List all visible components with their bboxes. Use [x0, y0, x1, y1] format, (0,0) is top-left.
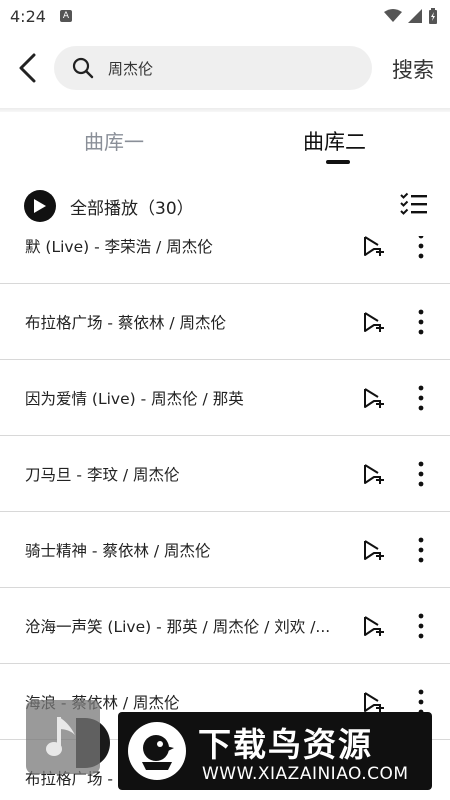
more-options-icon[interactable]: [414, 384, 428, 412]
more-options-icon[interactable]: [414, 308, 428, 336]
search-icon: [72, 57, 94, 79]
play-icon: [34, 199, 46, 213]
search-button[interactable]: 搜索: [392, 54, 434, 84]
library-tabs: 曲库一 曲库二: [0, 118, 450, 170]
status-time: 4:24: [10, 6, 46, 26]
wifi-icon: [384, 9, 402, 22]
signal-icon: [408, 9, 422, 23]
add-to-playlist-icon[interactable]: [362, 386, 386, 410]
song-title: 默 (Live) - 李荣浩 / 周杰伦: [25, 238, 213, 256]
status-bar: 4:24 A: [0, 0, 450, 32]
add-to-playlist-icon[interactable]: [362, 310, 386, 334]
add-to-playlist-icon[interactable]: [362, 236, 386, 258]
more-options-icon[interactable]: [414, 460, 428, 488]
batch-select-icon[interactable]: [400, 192, 428, 220]
song-row[interactable]: 因为爱情 (Live) - 周杰伦 / 那英: [0, 360, 450, 436]
watermark-banner: 下载鸟资源 WWW.XIAZAINIAO.COM: [118, 712, 432, 790]
play-all-button[interactable]: [24, 190, 56, 222]
more-options-icon[interactable]: [414, 236, 428, 260]
song-row[interactable]: 沧海一声笑 (Live) - 那英 / 周杰伦 / 刘欢 /...: [0, 588, 450, 664]
top-bar: 搜索: [0, 44, 450, 92]
app-screen: 4:24 A 周杰伦 搜索 曲库一 曲库二 全部播放（30） 默 (Live) …: [0, 0, 450, 800]
add-to-playlist-icon[interactable]: [362, 462, 386, 486]
song-row[interactable]: 刀马旦 - 李玟 / 周杰伦: [0, 436, 450, 512]
song-title: 因为爱情 (Live) - 周杰伦 / 那英: [25, 390, 244, 408]
add-to-playlist-icon[interactable]: [362, 538, 386, 562]
watermark-url: WWW.XIAZAINIAO.COM: [202, 764, 409, 784]
back-arrow-icon: [19, 53, 36, 83]
floating-music-button[interactable]: [26, 700, 100, 774]
song-row[interactable]: 布拉格广场 - 蔡依林 / 周杰伦: [0, 284, 450, 360]
song-row[interactable]: 默 (Live) - 李荣浩 / 周杰伦: [0, 236, 450, 284]
status-right: [384, 8, 438, 24]
song-row[interactable]: 骑士精神 - 蔡依林 / 周杰伦: [0, 512, 450, 588]
bird-logo-icon: [128, 722, 186, 780]
search-input[interactable]: [106, 58, 350, 78]
tab-library-1[interactable]: 曲库一: [84, 126, 144, 155]
music-note-icon: [46, 717, 75, 756]
more-options-icon[interactable]: [414, 612, 428, 640]
back-button[interactable]: [10, 50, 44, 86]
add-to-playlist-icon[interactable]: [362, 690, 386, 714]
more-options-icon[interactable]: [414, 536, 428, 564]
play-all-bar: 全部播放（30）: [0, 184, 450, 228]
notification-badge-icon: A: [59, 10, 72, 22]
play-all-label[interactable]: 全部播放（30）: [70, 194, 194, 219]
watermark-title: 下载鸟资源: [198, 725, 373, 764]
song-title: 沧海一声笑 (Live) - 那英 / 周杰伦 / 刘欢 /...: [25, 618, 331, 636]
header-divider: [0, 108, 450, 112]
song-title: 骑士精神 - 蔡依林 / 周杰伦: [25, 542, 211, 560]
tab-library-2[interactable]: 曲库二: [303, 126, 366, 156]
add-to-playlist-icon[interactable]: [362, 614, 386, 638]
tab-active-indicator: [326, 160, 350, 164]
status-left: 4:24 A: [10, 7, 72, 26]
song-title: 布拉格广场 - 蔡依林 / 周杰伦: [25, 314, 227, 332]
battery-icon: [429, 8, 437, 24]
search-box[interactable]: [54, 46, 372, 90]
song-title: 刀马旦 - 李玟 / 周杰伦: [25, 466, 180, 484]
